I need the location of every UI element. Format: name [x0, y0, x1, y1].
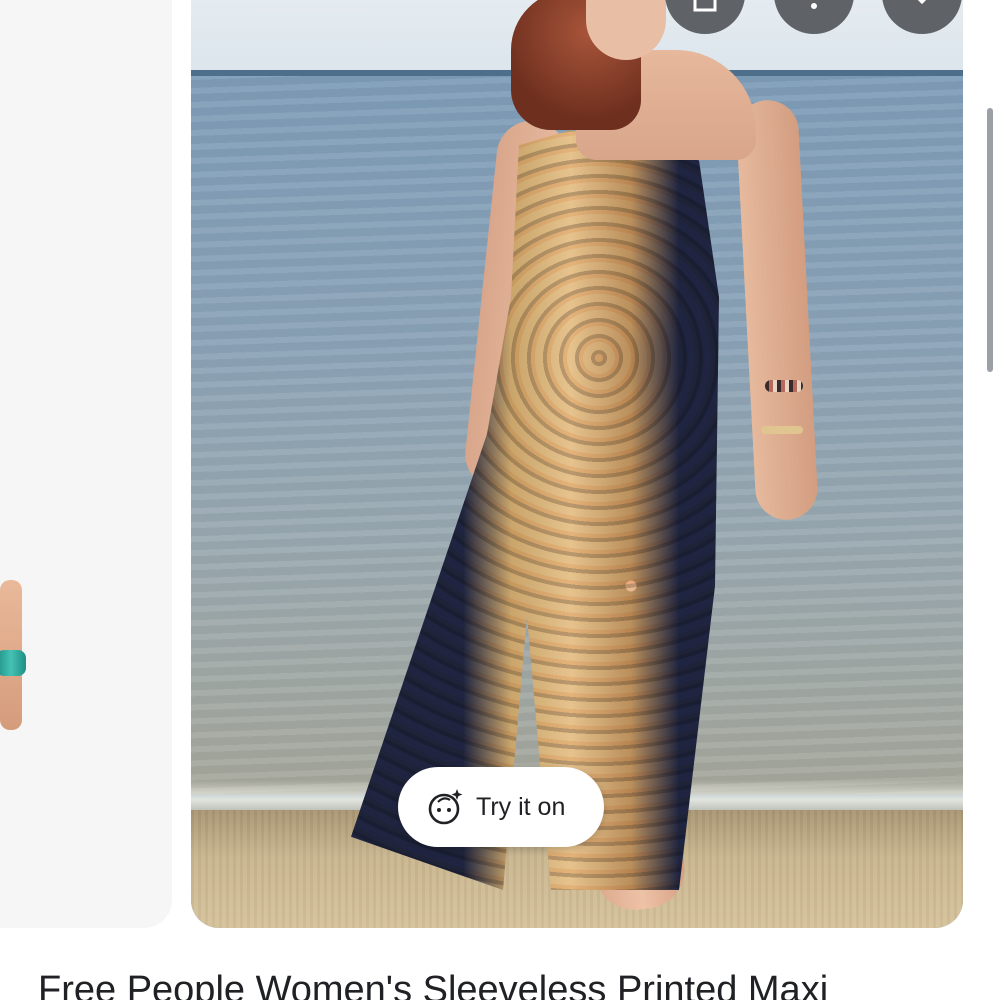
close-icon	[917, 0, 927, 5]
more-vert-icon	[811, 3, 817, 9]
try-it-on-button[interactable]: Try it on	[398, 767, 604, 847]
product-title: Free People Women's Sleeveless Printed M…	[38, 969, 829, 1000]
scrollbar[interactable]	[987, 108, 993, 372]
previous-image-bangle	[0, 650, 26, 676]
model-bangle	[761, 426, 803, 434]
try-it-on-label: Try it on	[476, 792, 566, 821]
model-bracelet	[765, 380, 803, 392]
face-sparkle-icon	[428, 789, 463, 825]
image-viewer: Try it on Free People Women's Sleeveless…	[0, 0, 1000, 1000]
bookmark-icon	[693, 0, 717, 12]
previous-image-card[interactable]	[0, 0, 172, 928]
